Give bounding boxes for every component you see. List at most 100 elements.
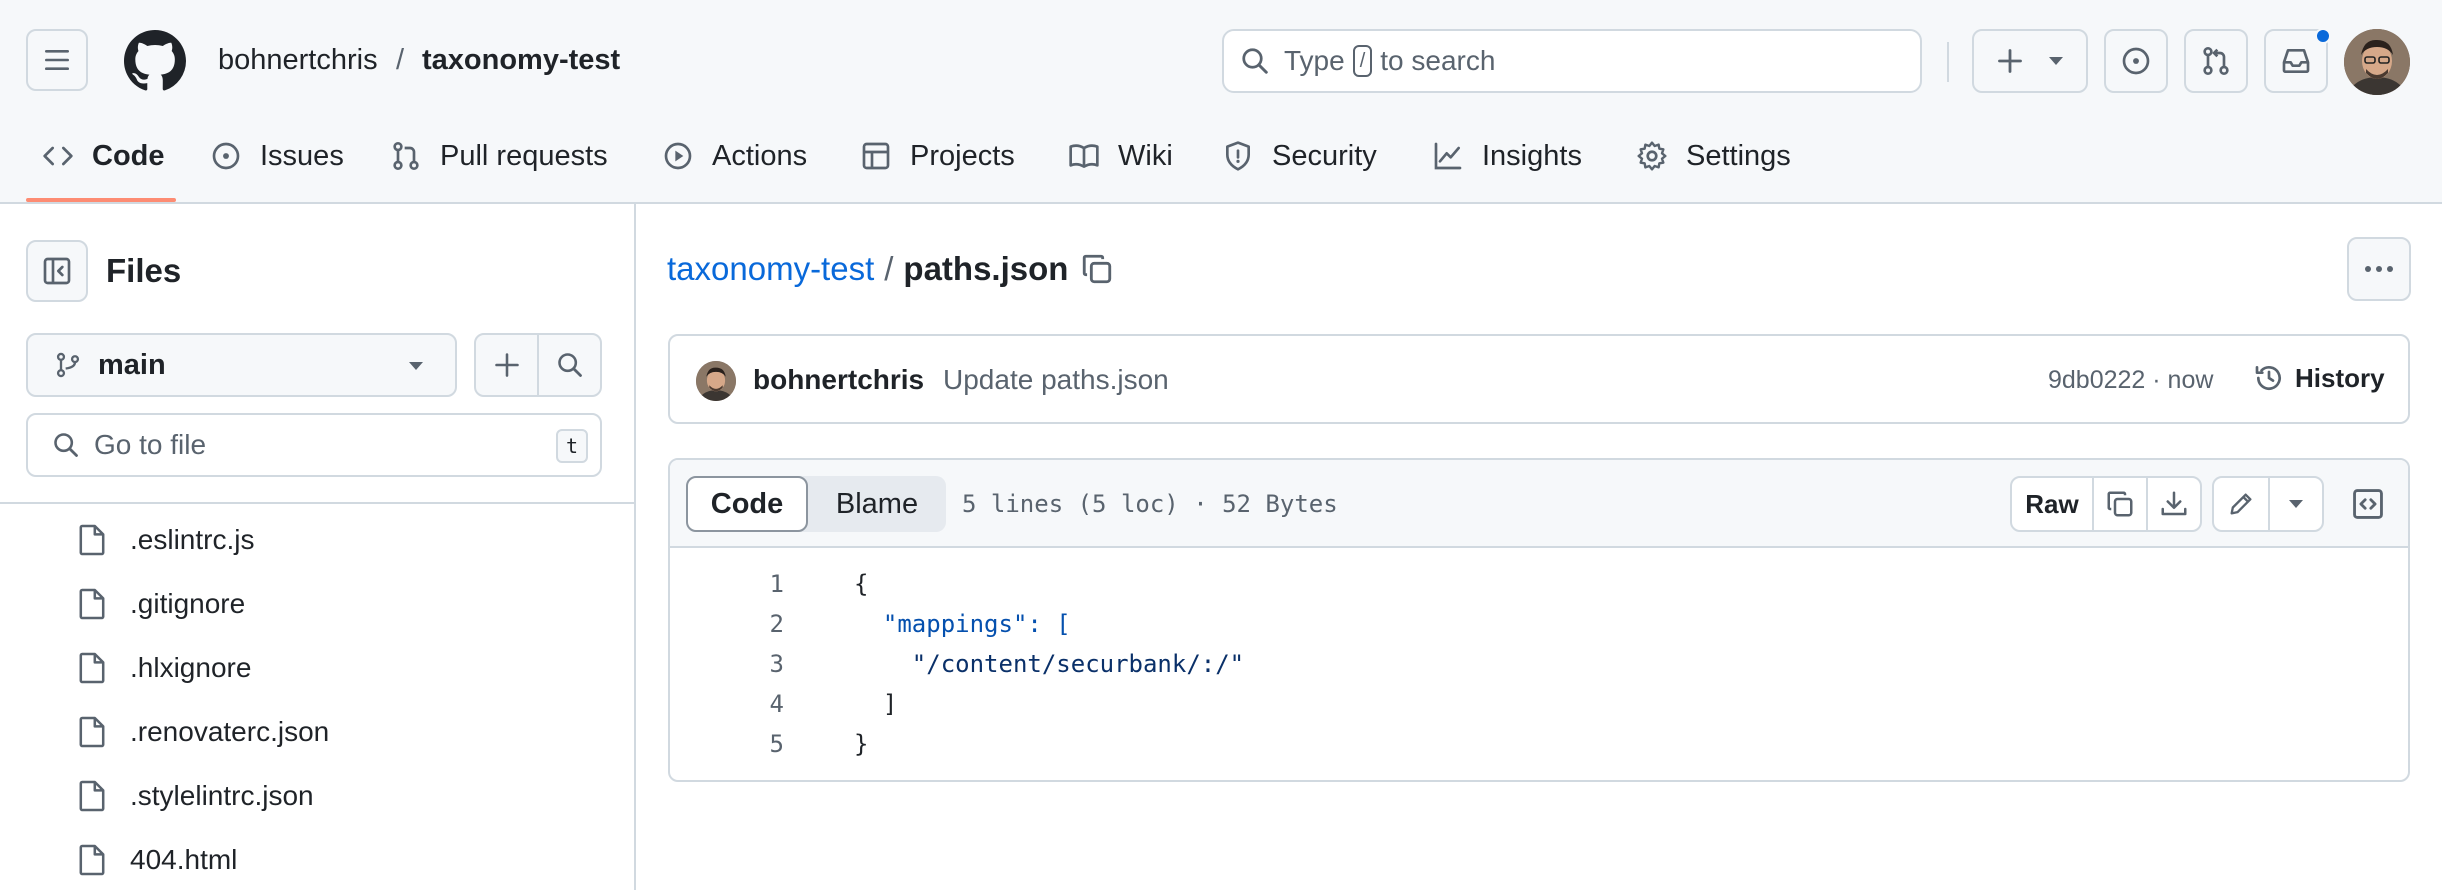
tab-actions-label: Actions xyxy=(712,139,808,172)
code-line: 3 "/content/securbank/:/" xyxy=(670,644,2408,684)
owner-link[interactable]: bohnertchris xyxy=(218,44,378,77)
tab-settings-label: Settings xyxy=(1686,139,1791,172)
raw-actions-group: Raw xyxy=(2010,476,2202,532)
file-tree-item[interactable]: .gitignore xyxy=(78,584,245,624)
file-tree-item[interactable]: .eslintrc.js xyxy=(78,520,254,560)
go-to-file-input[interactable]: Go to file t xyxy=(26,413,602,477)
symbols-panel-button[interactable] xyxy=(2340,476,2396,532)
plus-icon xyxy=(494,353,519,377)
tab-insights-label: Insights xyxy=(1482,139,1582,172)
breadcrumb-file-name: paths.json xyxy=(903,250,1069,287)
sidebar-divider xyxy=(0,502,634,504)
more-options-button[interactable] xyxy=(2347,237,2411,301)
branch-name: main xyxy=(98,348,166,381)
tab-wiki-label: Wiki xyxy=(1118,139,1173,172)
file-tree-item-label: 404.html xyxy=(130,844,238,875)
menu-button[interactable] xyxy=(26,29,88,91)
search-icon xyxy=(557,353,582,377)
blame-view-tab[interactable]: Blame xyxy=(808,476,946,532)
code-line: 5 } xyxy=(670,724,2408,764)
search-input[interactable]: Type / to search xyxy=(1222,29,1922,93)
line-content: "mappings": [ xyxy=(854,610,1071,638)
go-to-file-shortcut: t xyxy=(555,429,588,463)
collapse-sidebar-button[interactable] xyxy=(26,240,88,302)
line-number[interactable]: 3 xyxy=(670,650,784,678)
file-icon xyxy=(79,780,105,812)
github-logo-icon[interactable] xyxy=(124,30,186,92)
tab-security[interactable]: Security xyxy=(1222,136,1377,176)
code-lines: 1 { 2 "mappings": [ 3 "/content/securban… xyxy=(670,564,2408,764)
create-new-button[interactable] xyxy=(1972,29,2088,93)
search-prefix: Type xyxy=(1284,45,1345,76)
tab-projects[interactable]: Projects xyxy=(860,136,1015,176)
tab-code-label: Code xyxy=(92,139,165,172)
breadcrumb-separator: / xyxy=(396,44,405,76)
issues-button[interactable] xyxy=(2104,29,2168,93)
files-heading: Files xyxy=(106,252,182,289)
code-view-tab[interactable]: Code xyxy=(686,476,808,532)
search-suffix: to search xyxy=(1380,45,1496,76)
file-icon xyxy=(79,716,105,748)
active-tab-indicator xyxy=(26,198,176,202)
header-divider xyxy=(1947,42,1949,82)
hamburger-icon xyxy=(45,50,69,70)
tab-pull-requests[interactable]: Pull requests xyxy=(390,136,608,176)
pencil-icon xyxy=(2230,493,2252,515)
line-number[interactable]: 5 xyxy=(670,730,784,758)
file-tree-item[interactable]: .stylelintrc.json xyxy=(78,776,314,816)
search-placeholder: Type / to search xyxy=(1284,45,1495,77)
commit-message[interactable]: Update paths.json xyxy=(943,364,1169,396)
edit-options-dropdown[interactable] xyxy=(2268,478,2322,530)
user-avatar[interactable] xyxy=(2344,29,2410,95)
code-line: 2 "mappings": [ xyxy=(670,604,2408,644)
breadcrumb-repo-link[interactable]: taxonomy-test xyxy=(667,250,874,288)
file-tree-item[interactable]: .renovaterc.json xyxy=(78,712,329,752)
book-icon xyxy=(1069,144,1099,168)
notification-indicator xyxy=(2315,28,2331,44)
sidebar-collapse-icon xyxy=(43,257,71,285)
branch-selector[interactable]: main xyxy=(26,333,457,397)
history-label: History xyxy=(2295,362,2385,393)
commit-hash-time[interactable]: 9db0222 · now xyxy=(2048,366,2213,395)
search-files-button[interactable] xyxy=(537,335,600,395)
triangle-down-icon xyxy=(2048,57,2063,65)
pull-requests-button[interactable] xyxy=(2184,29,2248,93)
plus-icon xyxy=(1997,49,2022,73)
file-tree-item[interactable]: 404.html xyxy=(78,840,237,880)
line-number[interactable]: 4 xyxy=(670,690,784,718)
app-header: bohnertchris / taxonomy-test Type / to s… xyxy=(0,0,2442,204)
history-button[interactable]: History xyxy=(2253,362,2385,394)
table-icon xyxy=(862,142,890,170)
search-icon xyxy=(1242,48,1268,74)
edit-file-button[interactable] xyxy=(2214,478,2268,530)
copy-raw-button[interactable] xyxy=(2092,478,2146,530)
line-content: } xyxy=(854,730,869,758)
tab-issues[interactable]: Issues xyxy=(210,136,344,176)
triangle-down-icon xyxy=(409,362,423,370)
file-tree-item-label: .gitignore xyxy=(130,588,246,619)
tab-code[interactable]: Code xyxy=(42,136,165,176)
raw-button[interactable]: Raw xyxy=(2012,478,2092,530)
code-square-icon xyxy=(2353,489,2383,519)
go-to-file-placeholder: Go to file xyxy=(94,429,207,460)
tab-insights[interactable]: Insights xyxy=(1432,136,1582,176)
download-button[interactable] xyxy=(2146,478,2200,530)
tab-wiki[interactable]: Wiki xyxy=(1068,136,1173,176)
file-icon xyxy=(79,588,105,620)
file-tree-item[interactable]: .hlxignore xyxy=(78,648,251,688)
breadcrumb-separator: / xyxy=(884,250,894,287)
file-icon xyxy=(79,844,105,876)
file-icon xyxy=(79,524,105,556)
line-number[interactable]: 2 xyxy=(670,610,784,638)
copy-path-icon[interactable] xyxy=(1080,252,1114,286)
tab-settings[interactable]: Settings xyxy=(1636,136,1791,176)
line-number[interactable]: 1 xyxy=(670,570,784,598)
commit-author[interactable]: bohnertchris xyxy=(753,364,924,396)
inbox-icon xyxy=(2282,49,2310,73)
commit-author-avatar[interactable] xyxy=(696,361,736,401)
file-viewer-toolbar: Code Blame 5 lines (5 loc) · 52 Bytes Ra… xyxy=(670,460,2408,548)
view-mode-toggle: Code Blame xyxy=(686,476,946,532)
add-file-button[interactable] xyxy=(476,335,537,395)
repo-link[interactable]: taxonomy-test xyxy=(422,44,620,77)
tab-actions[interactable]: Actions xyxy=(662,136,807,176)
